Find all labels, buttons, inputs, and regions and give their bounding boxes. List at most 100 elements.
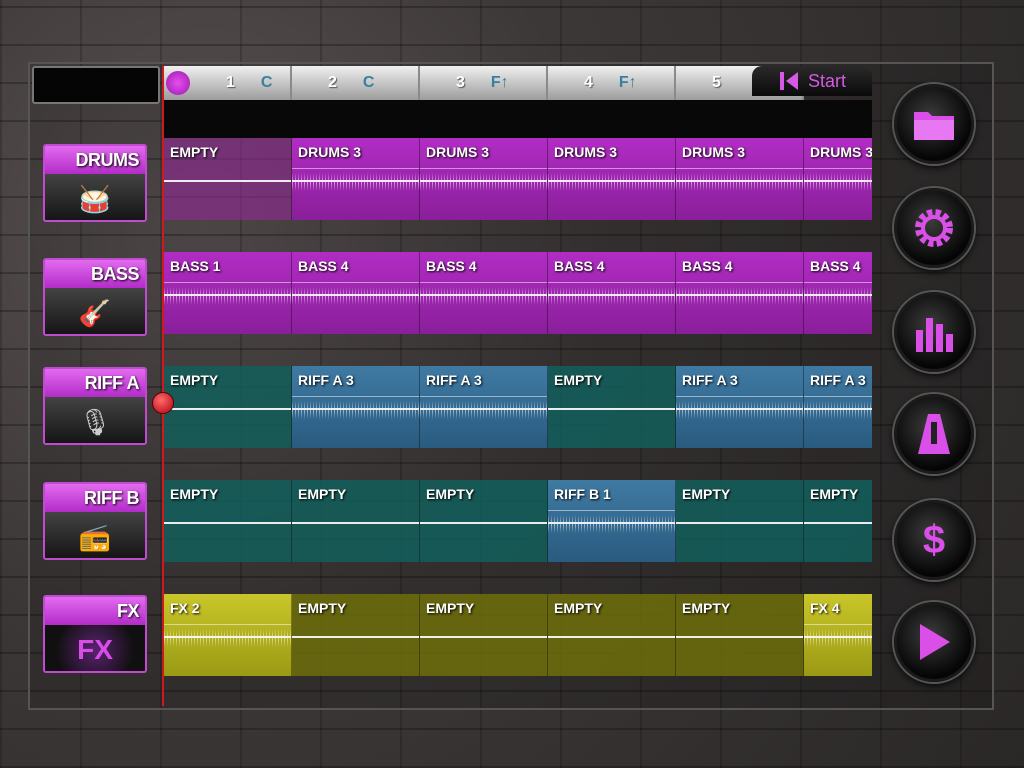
track-button-drums[interactable]: DRUMS 🥁 (43, 144, 147, 222)
bar-number: 5 (712, 74, 721, 91)
clip-label: EMPTY (298, 600, 347, 616)
clip-cell[interactable]: EMPTY (164, 480, 292, 562)
mixer-bars-icon (916, 318, 953, 352)
folder-icon (914, 112, 954, 140)
clip-cell[interactable]: FX 4 (804, 594, 872, 676)
clip-label: BASS 4 (682, 258, 733, 274)
track-button-fx[interactable]: FX FX (43, 595, 147, 673)
clip-cell[interactable]: DRUMS 3 (804, 138, 872, 220)
waveform (548, 282, 675, 308)
clip-cell[interactable]: FX 2 (164, 594, 292, 676)
clip-cell[interactable]: BASS 4 (548, 252, 676, 334)
store-button[interactable]: $ (894, 500, 974, 580)
clip-label: EMPTY (810, 486, 859, 502)
lane-fx: FX 2 EMPTY EMPTY EMPTY EMPTY FX 4 (164, 594, 872, 676)
track-label-fx: FX (45, 597, 145, 625)
waveform (676, 636, 803, 638)
clip-cell[interactable]: RIFF A 3 (420, 366, 548, 448)
bar-chord: F↑ (618, 74, 637, 91)
clip-cell[interactable]: EMPTY (420, 594, 548, 676)
clip-label: BASS 4 (810, 258, 861, 274)
song-name-display[interactable] (32, 66, 160, 104)
clip-label: BASS 4 (554, 258, 605, 274)
clip-cell[interactable]: EMPTY (164, 138, 292, 220)
clip-cell[interactable]: RIFF A 3 (676, 366, 804, 448)
clip-cell[interactable]: RIFF B 1 (548, 480, 676, 562)
waveform (164, 180, 291, 182)
clip-label: BASS 4 (426, 258, 477, 274)
clip-cell[interactable]: BASS 1 (164, 252, 292, 334)
waveform (804, 168, 872, 194)
metronome-icon (918, 414, 950, 454)
clip-label: FX 2 (170, 600, 200, 616)
lane-bass: BASS 1 BASS 4 BASS 4 BASS 4 BASS 4 BASS … (164, 252, 872, 334)
playhead[interactable] (162, 66, 164, 706)
play-icon (920, 624, 950, 660)
clip-cell[interactable]: DRUMS 3 (292, 138, 420, 220)
bar-chord: C (260, 74, 273, 91)
playhead-handle[interactable] (152, 392, 174, 414)
timeline-bar-1[interactable]: 1 C (164, 66, 292, 100)
settings-button[interactable] (894, 188, 974, 268)
clip-cell[interactable]: EMPTY (292, 480, 420, 562)
waveform (548, 636, 675, 638)
loop-marker-icon[interactable] (166, 71, 190, 95)
rewind-to-start-icon (780, 72, 784, 90)
waveform (292, 522, 419, 524)
clip-cell[interactable]: EMPTY (676, 480, 804, 562)
metronome-button[interactable] (894, 394, 974, 474)
fx-icon: FX (45, 625, 145, 671)
clip-cell[interactable]: BASS 4 (676, 252, 804, 334)
open-folder-button[interactable] (894, 84, 974, 164)
waveform (292, 636, 419, 638)
waveform (164, 522, 291, 524)
clip-cell[interactable]: BASS 4 (804, 252, 872, 334)
clip-label: DRUMS 3 (298, 144, 362, 160)
timeline-bar-4[interactable]: 4 F↑ (548, 66, 676, 100)
bar-number: 4 (584, 74, 593, 91)
clip-label: EMPTY (426, 600, 475, 616)
clip-cell[interactable]: BASS 4 (292, 252, 420, 334)
clip-cell[interactable]: EMPTY (292, 594, 420, 676)
clip-label: DRUMS 3 (682, 144, 746, 160)
clip-cell[interactable]: DRUMS 3 (420, 138, 548, 220)
track-button-riff-a[interactable]: RIFF A 🎙 (43, 367, 147, 445)
waveform (420, 636, 547, 638)
clip-cell[interactable]: EMPTY (164, 366, 292, 448)
clip-cell[interactable]: BASS 4 (420, 252, 548, 334)
start-button[interactable]: Start (752, 66, 872, 96)
waveform (804, 522, 872, 524)
track-button-riff-b[interactable]: RIFF B 📻 (43, 482, 147, 560)
waveform (420, 282, 547, 308)
timeline-spacer (164, 100, 872, 138)
clip-label: EMPTY (554, 600, 603, 616)
clip-cell[interactable]: EMPTY (548, 366, 676, 448)
clip-cell[interactable]: EMPTY (420, 480, 548, 562)
track-button-bass[interactable]: BASS 🎸 (43, 258, 147, 336)
clip-cell[interactable]: EMPTY (804, 480, 872, 562)
clip-label: RIFF A 3 (810, 372, 866, 388)
waveform (676, 522, 803, 524)
clip-label: RIFF A 3 (426, 372, 482, 388)
clip-label: DRUMS 3 (810, 144, 872, 160)
mixer-button[interactable] (894, 292, 974, 372)
clip-label: EMPTY (170, 372, 219, 388)
bar-chord: C (362, 74, 375, 91)
clip-cell[interactable]: RIFF A 3 (292, 366, 420, 448)
timeline-bar-2[interactable]: 2 C (292, 66, 420, 100)
clip-cell[interactable]: DRUMS 3 (548, 138, 676, 220)
waveform (676, 168, 803, 194)
clip-cell[interactable]: DRUMS 3 (676, 138, 804, 220)
timeline-bar-3[interactable]: 3 F↑ (420, 66, 548, 100)
clip-label: DRUMS 3 (554, 144, 618, 160)
clip-label: EMPTY (426, 486, 475, 502)
clip-cell[interactable]: RIFF A 3 (804, 366, 872, 448)
lane-drums: EMPTY DRUMS 3 DRUMS 3 DRUMS 3 DRUMS 3 DR… (164, 138, 872, 220)
clip-label: DRUMS 3 (426, 144, 490, 160)
clip-label: EMPTY (170, 144, 219, 160)
clip-cell[interactable]: EMPTY (548, 594, 676, 676)
waveform (292, 396, 419, 422)
instruments-icon: 🎙 (45, 397, 145, 443)
clip-cell[interactable]: EMPTY (676, 594, 804, 676)
play-button[interactable] (894, 602, 974, 682)
